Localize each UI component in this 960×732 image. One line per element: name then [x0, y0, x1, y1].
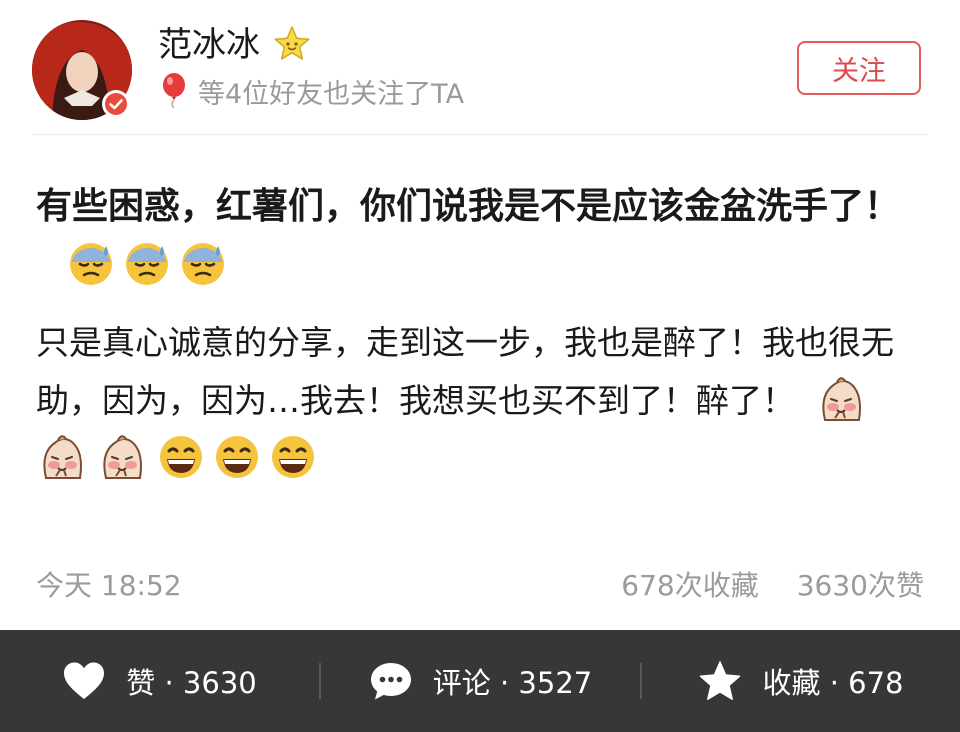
- balloon-icon: [163, 73, 185, 109]
- comment-button[interactable]: 评论 · 3527: [321, 630, 640, 732]
- star-icon: [700, 661, 741, 700]
- post-title: 有些困惑，红薯们，你们说我是不是应该金盆洗手了！: [36, 178, 916, 294]
- action-bar: 赞 · 3630 评论 · 3527 收藏 · 678: [0, 630, 960, 732]
- shy-potato-icon: [36, 432, 88, 482]
- grin-icon: [156, 432, 206, 482]
- favorite-button[interactable]: 收藏 · 678: [642, 630, 960, 732]
- heart-icon: [64, 662, 105, 699]
- post-time: 今天 18:52: [36, 569, 182, 602]
- post-title-text: 有些困惑，红薯们，你们说我是不是应该金盆洗手了！: [36, 186, 901, 227]
- grin-icon: [212, 432, 262, 482]
- verified-badge-icon: [102, 90, 130, 118]
- shy-potato-icon: [96, 432, 148, 482]
- mutual-follow-text: 等4位好友也关注了TA: [198, 78, 465, 110]
- like-label: 赞 · 3630: [126, 666, 257, 700]
- like-button[interactable]: 赞 · 3630: [0, 630, 319, 732]
- comment-label: 评论 · 3527: [432, 666, 593, 700]
- comment-icon: [370, 663, 411, 700]
- mutual-follow-hint: 等4位好友也关注了TA: [158, 72, 464, 110]
- shy-potato-icon: [815, 374, 867, 424]
- sweat-face-icon: [178, 238, 228, 288]
- divider: [32, 134, 928, 135]
- post-body-text: 只是真心诚意的分享，走到这一步，我也是醉了！我也很无助，因为，因为…我去！我想买…: [36, 323, 894, 420]
- sweat-face-icon: [66, 238, 116, 288]
- grin-icon: [268, 432, 318, 482]
- post-stats: 678次收藏 3630次赞: [621, 568, 924, 604]
- post-body: 只是真心诚意的分享，走到这一步，我也是醉了！我也很无助，因为，因为…我去！我想买…: [36, 314, 916, 488]
- follow-button[interactable]: 关注: [797, 41, 921, 95]
- likes-count: 3630次赞: [796, 569, 924, 602]
- favorites-count: 678次收藏: [621, 569, 759, 602]
- post-header: 范冰冰 等4位好友也关注了TA 关注: [0, 0, 960, 135]
- username[interactable]: 范冰冰: [158, 24, 260, 66]
- star-level-icon: [274, 26, 310, 60]
- sweat-face-icon: [122, 238, 172, 288]
- favorite-label: 收藏 · 678: [762, 666, 904, 700]
